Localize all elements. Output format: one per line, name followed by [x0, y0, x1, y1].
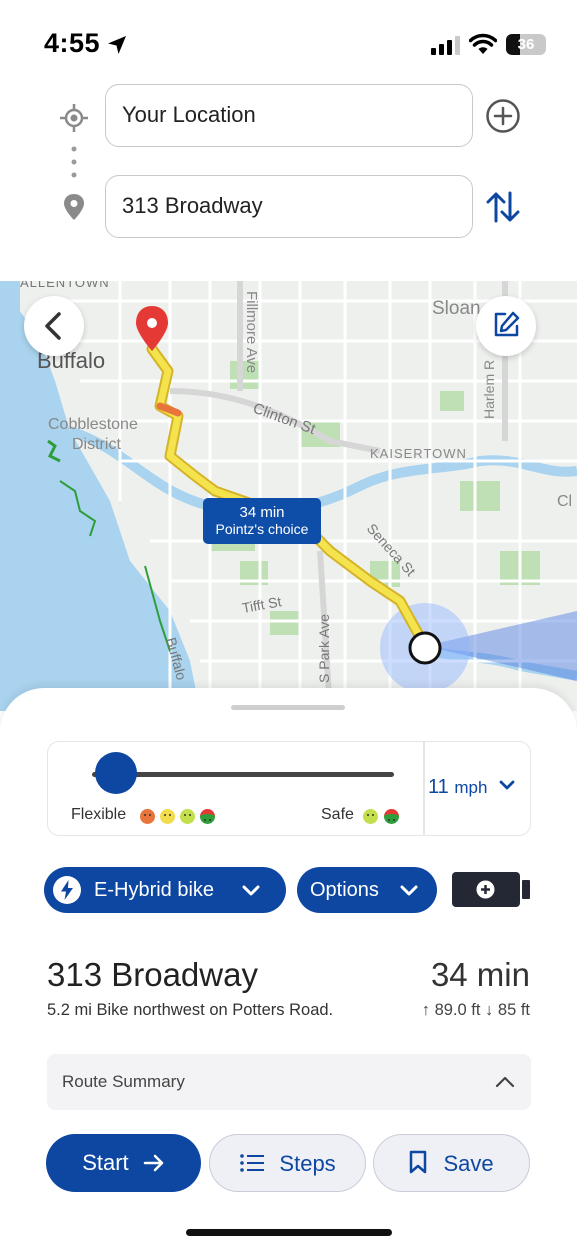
map-label: KAISERTOWN — [370, 446, 467, 461]
park-area — [460, 481, 500, 511]
neutral-face-icon — [160, 809, 175, 824]
current-location-marker — [408, 631, 442, 665]
vehicle-selector-button[interactable]: E-Hybrid bike — [44, 867, 286, 913]
list-icon — [240, 1154, 265, 1172]
battery-terminal — [522, 880, 530, 899]
swap-vertical-icon[interactable] — [485, 190, 521, 224]
speed-selector[interactable]: 11 mph — [428, 776, 515, 799]
plus-circle-icon[interactable] — [485, 98, 521, 134]
back-button[interactable] — [24, 296, 84, 356]
elevation-up-value: 89.0 ft — [434, 1001, 481, 1019]
save-button[interactable]: Save — [373, 1134, 530, 1192]
happy-face-icon — [384, 809, 399, 824]
options-label: Options — [310, 879, 379, 901]
route-callout-duration: 34 min — [239, 504, 285, 521]
speed-value: 11 — [428, 776, 449, 798]
map-label: S Park Ave — [316, 614, 332, 683]
status-bar: 4:55 36 — [0, 0, 577, 80]
battery-percentage: 36 — [517, 36, 535, 53]
card-divider — [423, 742, 425, 835]
home-indicator[interactable] — [186, 1229, 392, 1236]
map-label: Harlem R — [481, 360, 497, 419]
destination-field[interactable]: 313 Broadway — [105, 175, 473, 238]
arrow-right-icon — [143, 1154, 164, 1172]
steps-button[interactable]: Steps — [209, 1134, 366, 1192]
save-label: Save — [443, 1151, 494, 1176]
route-summary-toggle[interactable]: Route Summary — [47, 1054, 531, 1110]
chevron-left-icon — [45, 312, 61, 340]
route-destination: 313 Broadway — [47, 956, 258, 993]
lightning-bolt-icon — [53, 876, 81, 904]
happy-face-icon — [200, 809, 215, 824]
options-button[interactable]: Options — [297, 867, 437, 913]
connector-dots — [71, 146, 77, 178]
bike-battery-button[interactable] — [452, 872, 520, 907]
sheet-grabber[interactable] — [231, 705, 345, 710]
elevation-down-value: 85 ft — [497, 1001, 530, 1019]
route-bottom-sheet: Flexible Safe 11 mph E-Hybrid bike Optio… — [0, 688, 577, 1249]
bookmark-icon — [410, 1150, 427, 1174]
vehicle-label: E-Hybrid bike — [94, 879, 215, 901]
safety-slider-track[interactable] — [92, 772, 394, 777]
chevron-down-icon — [499, 780, 515, 790]
crosshair-icon — [60, 104, 88, 132]
route-preference-card: Flexible Safe 11 mph — [47, 741, 531, 836]
route-description: 5.2 mi Bike northwest on Potters Road. — [47, 1001, 334, 1019]
edit-button[interactable] — [476, 296, 536, 356]
chevron-down-icon — [400, 885, 418, 896]
map-label: Sloan — [432, 298, 481, 319]
origin-field[interactable]: Your Location — [105, 84, 473, 147]
edit-icon — [494, 311, 520, 337]
unhappy-face-icon — [140, 809, 155, 824]
destination-pin-icon — [136, 306, 168, 351]
wifi-icon — [469, 33, 497, 54]
elevation-up-icon: ↑ — [421, 1001, 430, 1019]
location-pin-icon — [64, 194, 84, 220]
map-label: Cl — [557, 493, 572, 510]
map-view[interactable]: ALLENTOWN Buffalo Cobblestone District F… — [0, 281, 577, 711]
slider-right-label: Safe — [321, 806, 354, 823]
location-arrow-icon — [108, 36, 126, 54]
park-area — [270, 611, 300, 635]
start-button[interactable]: Start — [46, 1134, 201, 1192]
steps-label: Steps — [279, 1151, 336, 1176]
route-duration: 34 min — [430, 956, 530, 993]
map-label: Cobblestone — [48, 416, 138, 433]
smile-face-icon — [363, 809, 378, 824]
smile-face-icon — [180, 809, 195, 824]
route-elevation: ↑ 89.0 ft ↓ 85 ft — [422, 1001, 530, 1020]
slider-left-label: Flexible — [71, 806, 127, 823]
route-callout-subtitle: Pointz's choice — [215, 521, 309, 537]
route-callout[interactable]: 34 min Pointz's choice — [203, 498, 321, 544]
plus-circle-icon — [476, 880, 495, 899]
elevation-down-icon: ↓ — [485, 1001, 494, 1019]
cellular-signal-icon — [431, 36, 460, 55]
map-label: District — [72, 436, 121, 453]
chevron-up-icon — [495, 1076, 515, 1088]
map-label: Fillmore Ave — [243, 291, 260, 373]
chevron-down-icon — [242, 885, 260, 896]
speed-unit: mph — [454, 778, 488, 797]
battery-indicator: 36 — [506, 34, 546, 55]
map-label: ALLENTOWN — [20, 281, 110, 290]
route-summary-label: Route Summary — [62, 1072, 185, 1091]
park-area — [440, 391, 464, 411]
status-time: 4:55 — [44, 28, 101, 58]
start-label: Start — [82, 1150, 129, 1175]
safety-slider-knob[interactable] — [95, 752, 138, 794]
